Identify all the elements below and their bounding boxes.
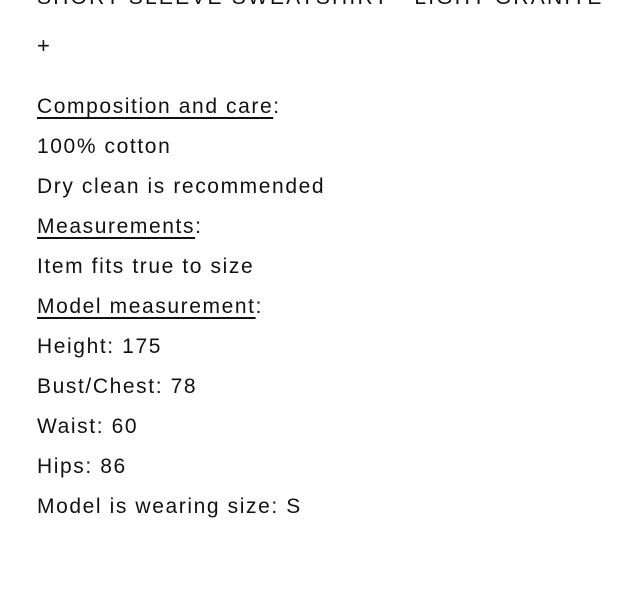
heading-colon: : [255, 295, 264, 318]
heading-colon: : [273, 95, 281, 118]
heading-colon: : [195, 215, 203, 238]
care-instruction: Dry clean is recommended [37, 175, 326, 198]
composition-heading: Composition and care [37, 95, 274, 118]
model-size: Model is wearing size: S [37, 495, 302, 518]
measurements-heading-row: Measurements: [37, 212, 325, 252]
model-waist: Waist: 60 [37, 415, 139, 438]
measurements-heading: Measurements [37, 215, 196, 238]
composition-material: 100% cotton [37, 135, 172, 158]
model-heading-row: Model measurement: [37, 292, 325, 332]
model-height: Height: 175 [37, 335, 163, 358]
fit-note: Item fits true to size [37, 255, 255, 278]
model-hips: Hips: 86 [37, 455, 127, 478]
composition-heading-row: Composition and care: [37, 92, 325, 132]
product-title: SHORT SLEEVE SWEATSHIRT - LIGHT GRANITE [37, 0, 604, 10]
product-details: Composition and care: 100% cotton Dry cl… [37, 92, 325, 532]
model-bust: Bust/Chest: 78 [37, 375, 198, 398]
expand-toggle-button[interactable]: + [37, 34, 50, 58]
model-measurement-heading: Model measurement [37, 295, 256, 318]
